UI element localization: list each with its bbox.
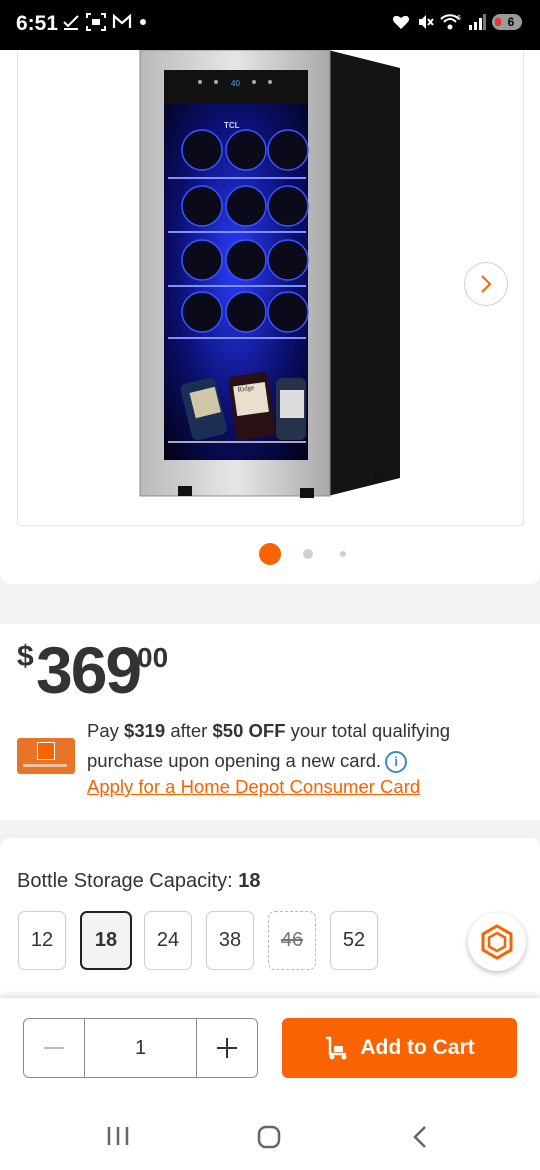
svg-text:40: 40	[231, 79, 240, 88]
battery-icon: 6	[492, 14, 522, 30]
capacity-label-text: Bottle Storage Capacity:	[17, 870, 239, 892]
promo-pay-prefix: Pay	[87, 720, 125, 741]
apply-card-link[interactable]: Apply for a Home Depot Consumer Card	[87, 776, 420, 798]
gmail-icon	[112, 14, 132, 28]
capacity-option-18[interactable]: 18	[80, 911, 132, 970]
heart-icon	[392, 15, 410, 29]
card-stripe	[23, 764, 67, 767]
add-to-cart-bar: 1 Add to Cart	[0, 998, 540, 1100]
wine-cooler-image[interactable]: 40 TCL Ridge	[18, 49, 523, 525]
capacity-option-12[interactable]: 12	[18, 911, 66, 970]
brand-text: TCL	[224, 121, 240, 130]
status-time: 6:51	[16, 12, 59, 35]
price-card: $ 369 00 Pay $319 after $50 OFF your tot…	[0, 624, 540, 820]
price-cents: 00	[137, 642, 169, 673]
product-image-card: 40 TCL Ridge	[0, 49, 540, 584]
home-icon[interactable]	[257, 1125, 281, 1149]
capacity-option-24[interactable]: 24	[144, 911, 192, 970]
plus-icon	[217, 1038, 237, 1058]
status-notification-icons	[62, 13, 148, 31]
capacity-selector-card: Bottle Storage Capacity: 18 12 18 24 38 …	[0, 838, 540, 998]
back-icon[interactable]	[410, 1125, 430, 1149]
capacity-option-46[interactable]: 46	[268, 911, 316, 970]
home-depot-card-image	[17, 738, 75, 774]
capacity-label: Bottle Storage Capacity: 18	[17, 870, 260, 893]
pagination-dot[interactable]	[340, 551, 346, 557]
add-to-cart-button[interactable]: Add to Cart	[282, 1018, 517, 1078]
next-image-button[interactable]	[464, 262, 508, 306]
svg-text:6: 6	[457, 15, 461, 22]
quantity-input[interactable]: 1	[84, 1019, 197, 1077]
dolly-cart-icon	[326, 1036, 347, 1060]
chevron-right-icon	[481, 275, 492, 293]
capacity-option-38[interactable]: 38	[206, 911, 254, 970]
pagination-dot-active[interactable]	[259, 543, 281, 565]
card-promo-text: Pay $319 after $50 OFF your total qualif…	[87, 716, 507, 776]
increase-quantity-button[interactable]	[197, 1019, 257, 1077]
minus-icon	[44, 1047, 64, 1049]
info-icon[interactable]: i	[385, 751, 408, 773]
capacity-option-52[interactable]: 52	[330, 911, 378, 970]
capacity-selected-value: 18	[238, 870, 261, 892]
decrease-quantity-button[interactable]	[24, 1019, 84, 1077]
product-image-frame[interactable]: 40 TCL Ridge	[17, 49, 524, 526]
image-pagination-dots	[259, 543, 346, 565]
home-depot-logo-icon	[37, 742, 55, 760]
status-bar: 6:51 6 6	[0, 0, 540, 50]
screenshot-icon	[86, 13, 106, 31]
pagination-dot[interactable]	[303, 549, 313, 559]
capacity-options: 12 18 24 38 46 52	[18, 911, 392, 970]
hexagon-assistant-icon	[481, 924, 513, 960]
add-to-cart-label: Add to Cart	[360, 1036, 475, 1059]
promo-discount: $50 OFF	[212, 720, 286, 741]
quantity-stepper: 1	[23, 1018, 258, 1078]
recent-apps-icon[interactable]	[106, 1125, 130, 1147]
notification-dot-icon	[140, 19, 146, 25]
price-dollars: 369	[36, 633, 142, 707]
promo-after-text: after	[165, 720, 213, 741]
promo-pay-amount: $319	[124, 720, 166, 741]
price-currency: $	[17, 640, 34, 673]
battery-level: 6	[507, 15, 515, 29]
mute-icon	[419, 15, 434, 29]
chat-assistant-button[interactable]	[468, 913, 526, 971]
status-system-icons: 6 6	[392, 13, 522, 31]
system-navigation-bar	[0, 1100, 540, 1170]
download-done-icon	[63, 15, 79, 30]
wifi-icon: 6	[440, 14, 461, 30]
signal-icon	[469, 14, 486, 30]
